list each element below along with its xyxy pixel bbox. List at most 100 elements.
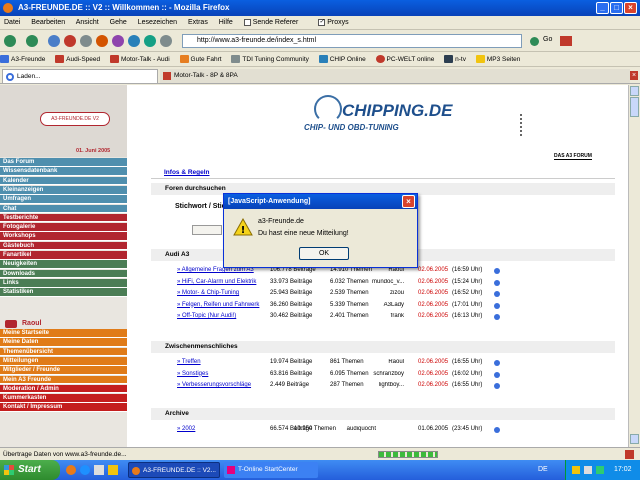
sidebar-item[interactable]: Fanartikel [0,251,127,260]
last-poster[interactable]: lightboy... [372,382,404,388]
reload-icon[interactable] [48,35,60,47]
last-poster[interactable]: zizou [372,290,404,296]
goto-post-icon[interactable] [494,371,500,378]
close-button[interactable]: × [624,2,637,14]
bookmark-gutefahrt[interactable]: Gute Fahrt [179,55,222,64]
ok-button[interactable]: OK [299,247,349,260]
last-poster[interactable]: A3Lady [372,302,404,308]
last-poster[interactable]: Raoul [372,359,404,365]
scrollbar[interactable] [628,85,640,447]
last-poster[interactable]: frank [372,313,404,319]
quicklaunch-ie-icon[interactable] [80,465,90,475]
bookmark-audispeed[interactable]: Audi-Speed [55,55,100,64]
user-menu-item[interactable]: Kummerkasten [0,394,127,403]
sidebar-item[interactable]: Gästebuch [0,241,127,251]
menu-extras[interactable]: Extras [188,19,208,26]
language-indicator[interactable]: DE [538,466,548,473]
goto-post-icon[interactable] [494,291,500,297]
sidebar-item[interactable]: Wissensdatenbank [0,167,127,176]
sidebar-item[interactable]: Statistiken [0,288,127,297]
tab-loading[interactable]: Laden... [2,69,158,83]
scroll-down-icon[interactable] [630,434,639,444]
dialog-close-button[interactable]: × [402,195,415,208]
bookmark-icon[interactable] [96,35,108,47]
dialog-titlebar[interactable]: [JavaScript-Anwendung] × [224,194,417,209]
menu-ansicht[interactable]: Ansicht [76,19,99,26]
sidebar-item[interactable]: Workshops [0,232,127,242]
edit-icon[interactable] [160,35,172,47]
sidebar-item[interactable]: Links [0,278,127,288]
sidebar-item[interactable]: Kalender [0,176,127,186]
goto-post-icon[interactable] [494,314,500,320]
bookmark-pcwelt[interactable]: PC-WELT online [375,55,434,64]
forum-link[interactable]: » Felgen, Reifen und Fahrwerk [177,302,259,308]
bookmark-a3freunde[interactable]: A3-Freunde [0,55,45,64]
referer-checkbox[interactable] [243,18,251,26]
mail-icon[interactable] [128,35,140,47]
scroll-up-icon[interactable] [630,86,639,96]
goto-post-icon[interactable] [494,360,500,366]
minimize-button[interactable]: _ [596,2,609,14]
bookmark-chip[interactable]: CHIP Online [318,55,366,64]
task-firefox[interactable]: A3-FREUNDE.DE :: V2... [128,462,220,478]
menu-bearbeiten[interactable]: Bearbeiten [31,19,65,26]
chipping-banner[interactable]: CHIPPING.DE CHIP- UND OBD-TUNING [300,95,490,137]
menu-hilfe[interactable]: Hilfe [219,19,233,26]
security-icon[interactable] [625,450,634,459]
close-tab-icon[interactable]: × [630,71,638,80]
tray-icon[interactable] [572,466,580,474]
sidebar-item[interactable]: Kleinanzeigen [0,185,127,195]
clock[interactable]: 17:02 [614,466,632,473]
bookmark-motortalk[interactable]: Motor-Talk - Audi [109,55,170,64]
sidebar-item[interactable]: Downloads [0,269,127,279]
tab-motortalk[interactable]: Motor-Talk - 8P & 8PA [160,69,630,83]
goto-post-icon[interactable] [494,383,500,389]
sidebar-item[interactable]: Chat [0,204,127,214]
goto-post-icon[interactable] [494,302,500,309]
forum-link[interactable]: » Sonstiges [177,371,208,377]
menu-lesezeichen[interactable]: Lesezeichen [138,19,177,26]
user-menu-item[interactable]: Mitteilungen [0,356,127,366]
referer-toggle[interactable]: Sende Referer [243,18,308,26]
forum-link[interactable]: » Off-Topic (Nur Audi!) [177,313,236,319]
search-button[interactable] [192,225,222,235]
go-button[interactable]: Go [543,36,552,43]
goto-post-icon[interactable] [494,427,500,433]
quicklaunch-folder-icon[interactable] [108,465,118,475]
menu-gehe[interactable]: Gehe [110,19,127,26]
sidebar-item[interactable]: Das Forum [0,158,127,167]
forum-link[interactable]: » Treffen [177,359,201,365]
user-menu-item[interactable]: Mitglieder / Freunde [0,366,127,375]
flag-icon[interactable] [560,36,572,46]
site-logo[interactable]: A3-FREUNDE.DE V2 [40,112,110,126]
user-menu-item[interactable]: Kontakt / Impressum [0,403,127,413]
proxy-checkbox[interactable]: ✓ [318,18,326,26]
last-poster[interactable]: mundoc_v... [372,279,404,285]
forum-link[interactable]: » 2002 [177,426,195,432]
maximize-button[interactable]: □ [610,2,623,14]
sidebar-item[interactable]: Testberichte [0,213,127,223]
start-button[interactable]: Start [0,460,60,480]
go-icon[interactable] [530,37,539,46]
last-poster[interactable]: schranzboy [372,371,404,377]
goto-post-icon[interactable] [494,279,500,286]
menu-datei[interactable]: Datei [4,19,20,26]
task-tonline[interactable]: T-Online StartCenter [224,462,318,478]
forum-link[interactable]: » Motor- & Chip-Tuning [177,290,239,296]
bookmark-ntv[interactable]: n-tv [444,55,466,64]
network-icon[interactable] [596,466,604,474]
forum-link[interactable]: » Verbesserungsvorschläge [177,382,251,388]
info-header[interactable]: Infos & Regeln [151,167,615,179]
stop-icon[interactable] [64,35,76,47]
user-menu-item[interactable]: Meine Startseite [0,329,127,338]
quicklaunch-firefox-icon[interactable] [66,465,76,475]
proxy-toggle[interactable]: ✓ Proxys [318,18,357,26]
last-poster[interactable]: audiquocht [344,426,376,432]
url-field[interactable]: http://www.a3-freunde.de/index_s.html [182,34,522,48]
bookmark-mp3[interactable]: MP3 Seiten [475,55,520,64]
user-menu-item[interactable]: Meine Daten [0,338,127,347]
user-menu-item[interactable]: Moderation / Admin [0,384,127,394]
print-icon[interactable] [144,35,156,47]
sidebar-item[interactable]: Umfragen [0,195,127,204]
sidebar-item[interactable]: Neuigkeiten [0,260,127,269]
